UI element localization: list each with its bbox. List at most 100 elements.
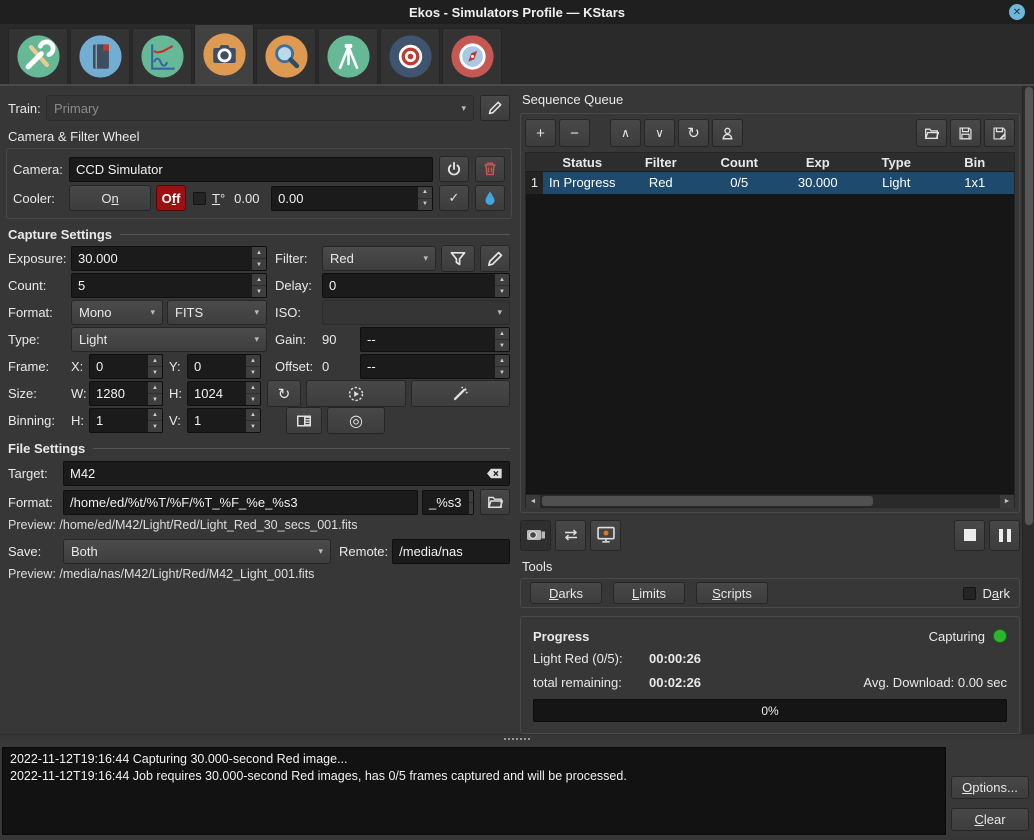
stop-sequence-button[interactable]	[954, 520, 985, 551]
browse-directory-button[interactable]	[480, 489, 510, 515]
spin-down-icon[interactable]: ▼	[246, 367, 260, 378]
offset-spinbox[interactable]: --▲▼	[360, 354, 510, 379]
vertical-scrollbar-handle[interactable]	[1025, 87, 1033, 525]
tab-align[interactable]	[442, 28, 502, 84]
horizontal-scrollbar[interactable]: ◄ ►	[526, 494, 1014, 507]
spin-down-icon[interactable]: ▼	[252, 259, 266, 270]
restart-camera-button[interactable]	[439, 156, 469, 182]
scroll-right-icon[interactable]: ►	[1000, 495, 1014, 508]
splitter-handle-icon[interactable]	[504, 738, 530, 740]
spin-up-icon[interactable]: ▲	[148, 382, 162, 394]
encoding-select[interactable]: FITS▾	[167, 300, 267, 325]
temperature-spinbox[interactable]: 0.00 ▲▼	[271, 186, 433, 211]
spinner-buttons[interactable]: ▲▼	[251, 247, 266, 270]
tab-capture[interactable]	[194, 24, 254, 84]
spin-down-icon[interactable]: ▼	[418, 199, 432, 210]
set-temperature-button[interactable]: ✓	[439, 185, 469, 211]
capture-format-select[interactable]: Mono▾	[71, 300, 163, 325]
binning-h-spinbox[interactable]: 1▲▼	[89, 408, 163, 433]
filter-manager-button[interactable]	[441, 245, 475, 272]
spin-up-icon[interactable]: ▲	[252, 247, 266, 259]
reset-queue-button[interactable]: ↻	[678, 119, 709, 147]
spinner-buttons[interactable]: ▲▼	[147, 409, 162, 432]
remove-job-button[interactable]: −	[559, 119, 590, 147]
tab-guide[interactable]	[380, 28, 440, 84]
spinner-buttons[interactable]: ▲▼	[245, 382, 260, 405]
spin-down-icon[interactable]: ▼	[469, 503, 474, 514]
count-spinbox[interactable]: 5▲▼	[71, 273, 267, 298]
train-select[interactable]: Primary ▾	[46, 95, 474, 121]
options-button[interactable]: Options...	[951, 776, 1029, 799]
spin-up-icon[interactable]: ▲	[469, 491, 474, 503]
video-stream-button[interactable]	[520, 520, 551, 551]
scrollbar-track[interactable]	[540, 495, 1000, 507]
spin-down-icon[interactable]: ▼	[148, 367, 162, 378]
spinner-buttons[interactable]: ▲▼	[245, 355, 260, 378]
spinner-buttons[interactable]: ▲▼	[147, 382, 162, 405]
spin-up-icon[interactable]: ▲	[246, 382, 260, 394]
log-output[interactable]: 2022-11-12T19:16:44 Capturing 30.000-sec…	[2, 747, 946, 835]
spin-down-icon[interactable]: ▼	[246, 421, 260, 432]
spin-up-icon[interactable]: ▲	[246, 409, 260, 421]
cooler-off-button[interactable]: Off	[156, 185, 186, 211]
sequence-row[interactable]: 1 In Progress Red 0/5 30.000 Light 1x1	[526, 172, 1014, 194]
tab-setup[interactable]	[8, 28, 68, 84]
spin-up-icon[interactable]: ▲	[495, 355, 509, 367]
edit-train-button[interactable]	[480, 95, 510, 121]
tab-mount[interactable]	[318, 28, 378, 84]
frame-type-select[interactable]: Light▾	[71, 327, 267, 352]
spin-up-icon[interactable]: ▲	[252, 274, 266, 286]
save-sequence-as-button[interactable]	[984, 119, 1015, 147]
spinner-buttons[interactable]: ▲▼	[251, 274, 266, 297]
binning-v-spinbox[interactable]: 1▲▼	[187, 408, 261, 433]
spinner-buttons[interactable]: ▲▼	[245, 409, 260, 432]
fits-viewer-button[interactable]	[590, 520, 621, 551]
spin-down-icon[interactable]: ▼	[495, 340, 509, 351]
pause-sequence-button[interactable]	[989, 520, 1020, 551]
temperature-checkbox[interactable]	[193, 192, 206, 205]
frame-x-spinbox[interactable]: 0▲▼	[89, 354, 163, 379]
frame-y-spinbox[interactable]: 0▲▼	[187, 354, 261, 379]
spin-down-icon[interactable]: ▼	[148, 421, 162, 432]
spinner-buttons[interactable]: ▲▼	[494, 355, 509, 378]
delay-spinbox[interactable]: 0▲▼	[322, 273, 510, 298]
spin-up-icon[interactable]: ▲	[418, 187, 432, 199]
size-w-spinbox[interactable]: 1280▲▼	[89, 381, 163, 406]
spinner-buttons[interactable]: ▲▼	[468, 491, 474, 514]
camera-input[interactable]: CCD Simulator	[69, 157, 433, 182]
spin-up-icon[interactable]: ▲	[148, 355, 162, 367]
darks-button[interactable]: Darks	[530, 582, 602, 604]
calibration-panel-button[interactable]	[286, 407, 322, 434]
observer-button[interactable]	[712, 119, 743, 147]
move-job-down-button[interactable]: ∨	[644, 119, 675, 147]
suffix-spinbox[interactable]: _%s3 ▲▼	[422, 490, 474, 515]
spin-up-icon[interactable]: ▲	[246, 355, 260, 367]
target-input[interactable]: M42	[63, 461, 510, 486]
spin-up-icon[interactable]: ▲	[148, 409, 162, 421]
cooler-on-button[interactable]: On	[69, 185, 151, 211]
spin-down-icon[interactable]: ▼	[495, 367, 509, 378]
scroll-left-icon[interactable]: ◄	[526, 495, 540, 508]
spin-up-icon[interactable]: ▲	[495, 328, 509, 340]
save-mode-select[interactable]: Both ▾	[63, 539, 331, 564]
open-sequence-button[interactable]	[916, 119, 947, 147]
filter-select[interactable]: Red▾	[322, 246, 436, 271]
limits-button[interactable]: Limits	[613, 582, 685, 604]
save-sequence-button[interactable]	[950, 119, 981, 147]
log-splitter[interactable]	[0, 734, 1034, 742]
spin-down-icon[interactable]: ▼	[252, 286, 266, 297]
spinner-buttons[interactable]: ▲▼	[494, 274, 509, 297]
clear-log-button[interactable]: Clear	[951, 808, 1029, 831]
add-job-button[interactable]: +	[525, 119, 556, 147]
tab-scheduler[interactable]	[70, 28, 130, 84]
edit-filter-button[interactable]	[480, 245, 510, 272]
cooler-control-button[interactable]	[475, 185, 505, 211]
spin-down-icon[interactable]: ▼	[495, 286, 509, 297]
tab-analyze[interactable]	[132, 28, 192, 84]
loop-preview-button[interactable]: ◎	[327, 407, 385, 434]
capture-preview-button[interactable]	[306, 380, 406, 407]
exposure-spinbox[interactable]: 30.000▲▼	[71, 246, 267, 271]
remote-input[interactable]: /media/nas	[392, 539, 510, 564]
spin-down-icon[interactable]: ▼	[148, 394, 162, 405]
spinner-buttons[interactable]: ▲▼	[417, 187, 432, 210]
